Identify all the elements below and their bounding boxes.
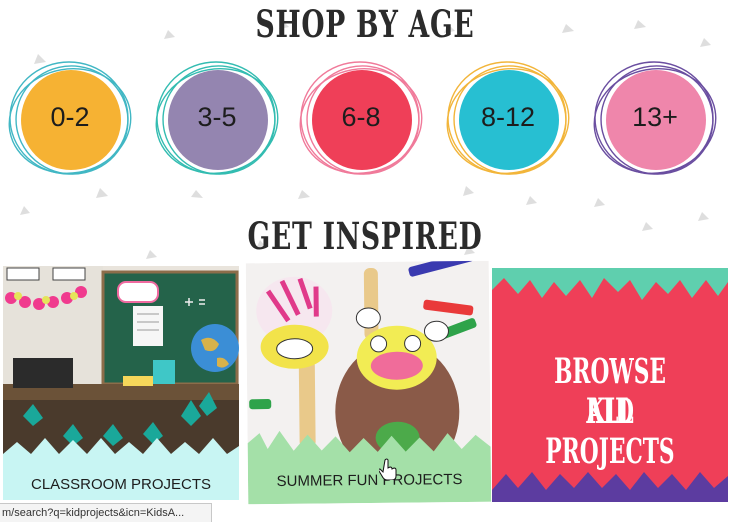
- age-label: 13+: [632, 102, 678, 132]
- age-label: 6-8: [341, 102, 381, 132]
- age-label: 0-2: [50, 102, 90, 132]
- age-button-8-12[interactable]: 8-12: [443, 58, 573, 180]
- summer-fun-projects-label: SUMMER FUN PROJECTS: [276, 471, 463, 490]
- classroom-photo: [3, 266, 239, 500]
- summer-fun-projects-card[interactable]: SUMMER FUN PROJECTS: [245, 260, 492, 505]
- summer-crafts-photo: [245, 260, 492, 505]
- browse-all-title-line2: KID PROJECTS: [545, 391, 675, 472]
- browse-all-kid-projects-card[interactable]: BROWSE ALL KID PROJECTS: [492, 268, 728, 502]
- shop-by-age-heading: SHOP BY AGE: [255, 2, 475, 46]
- age-button-6-8[interactable]: 6-8: [296, 58, 426, 180]
- classroom-projects-card[interactable]: CLASSROOM PROJECTS: [3, 266, 239, 500]
- age-button-13-plus[interactable]: 13+: [590, 58, 720, 180]
- age-button-0-2[interactable]: 0-2: [5, 58, 135, 180]
- classroom-projects-label: CLASSROOM PROJECTS: [30, 476, 212, 493]
- browser-status-bar-url: m/search?q=kidprojects&icn=KidsA...: [0, 503, 212, 522]
- age-label: 8-12: [480, 102, 536, 132]
- age-label: 3-5: [197, 102, 237, 132]
- get-inspired-heading: GET INSPIRED: [247, 214, 483, 258]
- age-button-3-5[interactable]: 3-5: [152, 58, 282, 180]
- hand-cursor-icon: [379, 458, 397, 480]
